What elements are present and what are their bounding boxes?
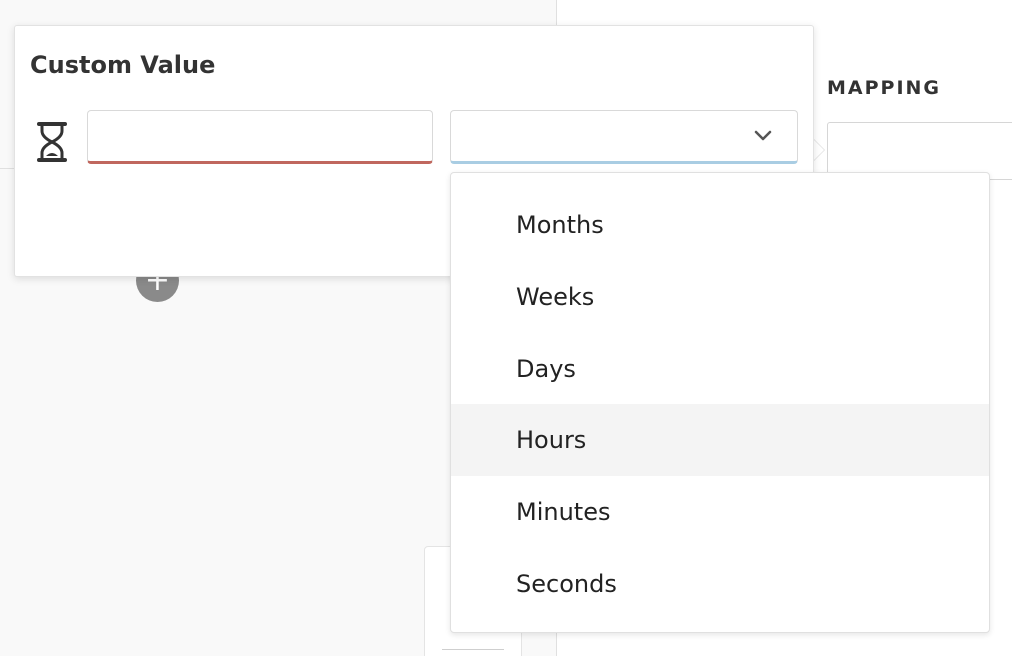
chevron-down-icon: [754, 130, 772, 141]
popover-title: Custom Value: [30, 51, 216, 79]
duration-unit-select[interactable]: [450, 110, 798, 164]
card-divider: [442, 649, 504, 650]
duration-value-input[interactable]: [87, 110, 433, 164]
unit-option-weeks[interactable]: Weeks: [451, 261, 989, 333]
unit-option-hours[interactable]: Hours: [451, 404, 989, 476]
hourglass-icon: [37, 122, 67, 162]
workflow-canvas: MAPPING + Custom Value Months Weeks Days…: [0, 0, 1012, 656]
unit-dropdown-menu: Months Weeks Days Hours Minutes Seconds: [450, 172, 990, 633]
mapping-heading: MAPPING: [827, 77, 942, 99]
unit-option-seconds[interactable]: Seconds: [451, 548, 989, 620]
unit-option-days[interactable]: Days: [451, 333, 989, 405]
unit-option-months[interactable]: Months: [451, 189, 989, 261]
unit-option-minutes[interactable]: Minutes: [451, 476, 989, 548]
